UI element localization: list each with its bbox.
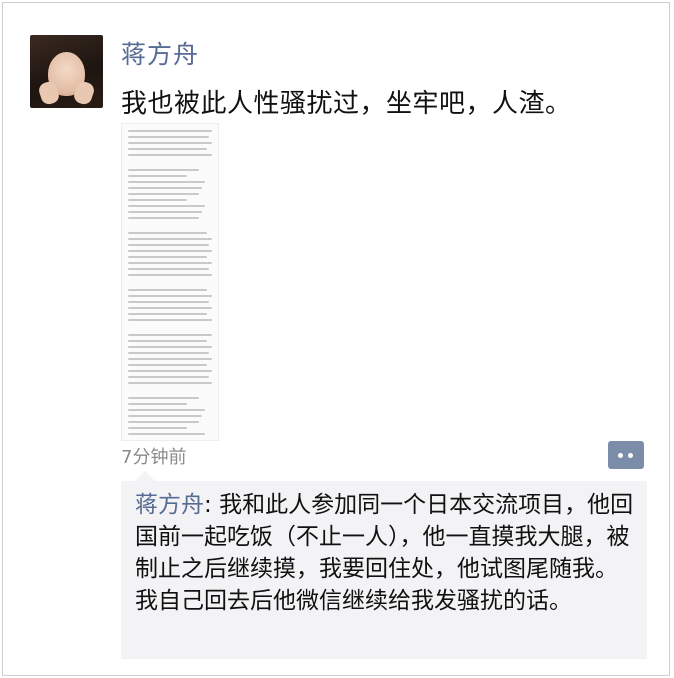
comment-author[interactable]: 蒋方舟	[135, 492, 204, 518]
avatar[interactable]	[30, 35, 103, 108]
post-text: 我也被此人性骚扰过，坐牢吧，人渣。	[121, 89, 572, 119]
comment-icon[interactable]	[608, 441, 644, 469]
poster-name[interactable]: 蒋方舟	[121, 35, 199, 71]
post-timestamp: 7分钟前	[121, 447, 187, 468]
post-image-thumbnail[interactable]	[121, 123, 219, 441]
moment-card: 蒋方舟 我也被此人性骚扰过，坐牢吧，人渣。 7分钟前 蒋方舟: 我和此人参加同一…	[2, 2, 670, 676]
comments-panel: 蒋方舟: 我和此人参加同一个日本交流项目，他回国前一起吃饭（不止一人），他一直摸…	[121, 471, 647, 659]
comment-separator: :	[204, 492, 220, 518]
comment-item: 蒋方舟: 我和此人参加同一个日本交流项目，他回国前一起吃饭（不止一人），他一直摸…	[135, 489, 635, 617]
